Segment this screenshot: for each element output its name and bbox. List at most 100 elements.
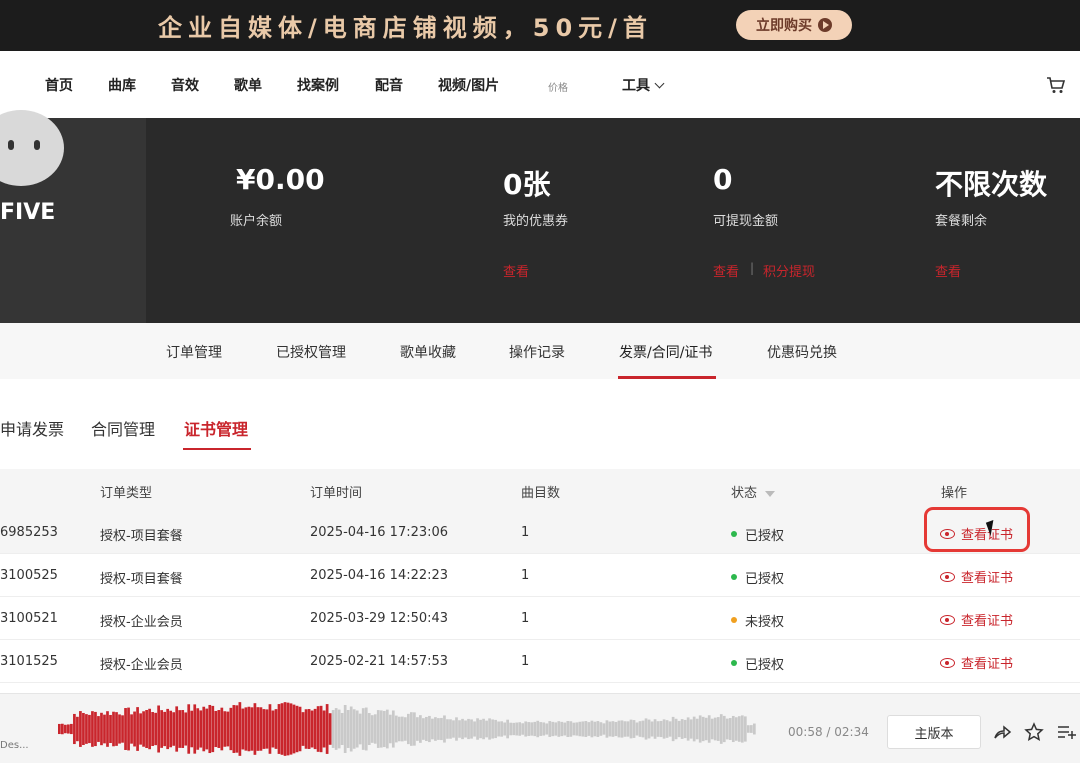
waveform-bar — [575, 722, 579, 736]
waveform-bar — [322, 710, 326, 748]
waveform-bar — [557, 721, 561, 737]
waveform-bar — [419, 715, 422, 743]
waveform-bar — [286, 702, 290, 756]
waveform-bar — [584, 721, 588, 737]
waveform-bar — [196, 708, 200, 750]
waveform-bar — [656, 721, 660, 737]
promo-banner[interactable]: 企业自媒体/电商店铺视频，50元/首 立即购买 — [0, 0, 1080, 51]
waveform-bar — [343, 705, 347, 753]
subtab-invoice[interactable]: 申请发票 — [0, 416, 64, 440]
buy-now-button[interactable]: 立即购买 — [736, 10, 852, 40]
waveform-bar — [464, 720, 467, 738]
cart-icon[interactable] — [1046, 75, 1066, 95]
waveform-bar — [145, 710, 148, 748]
waveform-bar — [130, 714, 133, 744]
nav-item-sfx[interactable]: 音效 — [171, 75, 199, 95]
chevron-down-icon — [654, 78, 665, 89]
points-withdraw-link[interactable]: 积分提现 — [763, 261, 815, 280]
waveform-bar — [683, 719, 687, 739]
waveform-bar — [310, 710, 314, 748]
subtab-contracts[interactable]: 合同管理 — [91, 416, 155, 440]
waveform-bar — [410, 712, 413, 746]
waveform-bar — [434, 717, 437, 741]
waveform-bar — [340, 712, 344, 745]
waveform-bar — [476, 718, 479, 740]
playlist-add-icon[interactable] — [1056, 722, 1076, 742]
waveform-bar — [397, 716, 401, 742]
waveform-bar — [710, 718, 714, 740]
order-type: 授权-企业会员 — [100, 658, 183, 673]
waveform-bar — [289, 703, 293, 755]
waveform-bar — [292, 704, 296, 754]
waveform-bar — [485, 720, 488, 738]
waveform-bar — [346, 710, 350, 748]
waveform-bar — [428, 715, 431, 743]
coupon-view-link[interactable]: 查看 — [503, 261, 529, 280]
view-certificate-button[interactable]: 查看证书 — [940, 567, 1013, 586]
version-button[interactable]: 主版本 — [887, 715, 981, 749]
view-certificate-button[interactable]: 查看证书 — [940, 653, 1013, 672]
waveform-bar — [686, 717, 690, 741]
tab-coupon-redeem[interactable]: 优惠码兑换 — [767, 342, 837, 362]
nav-item-price[interactable]: 价格 — [548, 79, 568, 94]
nav-item-home[interactable]: 首页 — [45, 75, 73, 95]
nav-item-playlist[interactable]: 歌单 — [234, 75, 262, 95]
nav-item-cases[interactable]: 找案例 — [297, 75, 339, 95]
nav-item-library[interactable]: 曲库 — [108, 75, 136, 95]
status-text: 已授权 — [745, 658, 785, 673]
waveform-bar — [407, 713, 410, 745]
tab-invoice-contract-cert[interactable]: 发票/合同/证书 — [619, 342, 712, 362]
waveform-bar — [304, 709, 308, 749]
coupon-value: 0张 — [503, 168, 551, 201]
waveform-bar — [701, 716, 705, 742]
avatar-eye-icon — [34, 140, 40, 150]
waveform-bar — [73, 713, 76, 745]
waveform-bar — [737, 716, 741, 742]
status-text: 已授权 — [745, 572, 785, 587]
tab-authorized[interactable]: 已授权管理 — [276, 342, 346, 362]
share-icon[interactable] — [992, 722, 1012, 742]
package-view-link[interactable]: 查看 — [935, 261, 961, 280]
avatar[interactable] — [0, 110, 64, 186]
waveform-bar — [115, 712, 118, 746]
withdrawable-value: 0 — [713, 163, 733, 196]
waveform-bar — [64, 724, 67, 734]
waveform-bar — [154, 712, 157, 746]
waveform-bar — [458, 720, 461, 738]
star-icon[interactable] — [1024, 722, 1044, 742]
tab-orders[interactable]: 订单管理 — [166, 342, 222, 362]
tab-operation-log[interactable]: 操作记录 — [509, 342, 565, 362]
waveform-bar — [70, 723, 73, 735]
waveform-bar — [379, 710, 383, 748]
nav-item-dubbing[interactable]: 配音 — [375, 75, 403, 95]
waveform-bar — [560, 721, 564, 737]
waveform-bar — [259, 707, 263, 751]
nav-item-video-image[interactable]: 视频/图片 — [438, 75, 499, 95]
filter-icon[interactable] — [765, 490, 776, 497]
waveform[interactable] — [58, 702, 756, 756]
waveform-bar — [695, 718, 699, 740]
waveform-bar — [443, 715, 446, 743]
waveform-bar — [262, 709, 266, 749]
order-time: 2025-04-16 14:22:23 — [310, 568, 449, 583]
nav-item-tools[interactable]: 工具 — [622, 75, 665, 95]
waveform-bar — [431, 718, 434, 740]
waveform-bar — [223, 711, 227, 747]
waveform-bar — [545, 723, 549, 735]
view-certificate-button[interactable]: 查看证书 — [940, 610, 1013, 629]
waveform-bar — [677, 720, 681, 738]
waveform-bar — [265, 709, 269, 749]
subtab-certificates[interactable]: 证书管理 — [184, 416, 248, 440]
waveform-bar — [316, 706, 320, 752]
waveform-bar — [647, 719, 651, 739]
withdrawable-view-link[interactable]: 查看 — [713, 261, 739, 280]
waveform-bar — [488, 718, 491, 740]
waveform-bar — [103, 714, 106, 744]
waveform-bar — [67, 724, 70, 734]
waveform-bar — [235, 705, 239, 753]
waveform-bar — [530, 722, 534, 736]
waveform-bar — [82, 712, 85, 746]
waveform-bar — [743, 716, 747, 742]
tab-playlist-favorites[interactable]: 歌单收藏 — [400, 342, 456, 362]
waveform-bar — [142, 711, 145, 747]
